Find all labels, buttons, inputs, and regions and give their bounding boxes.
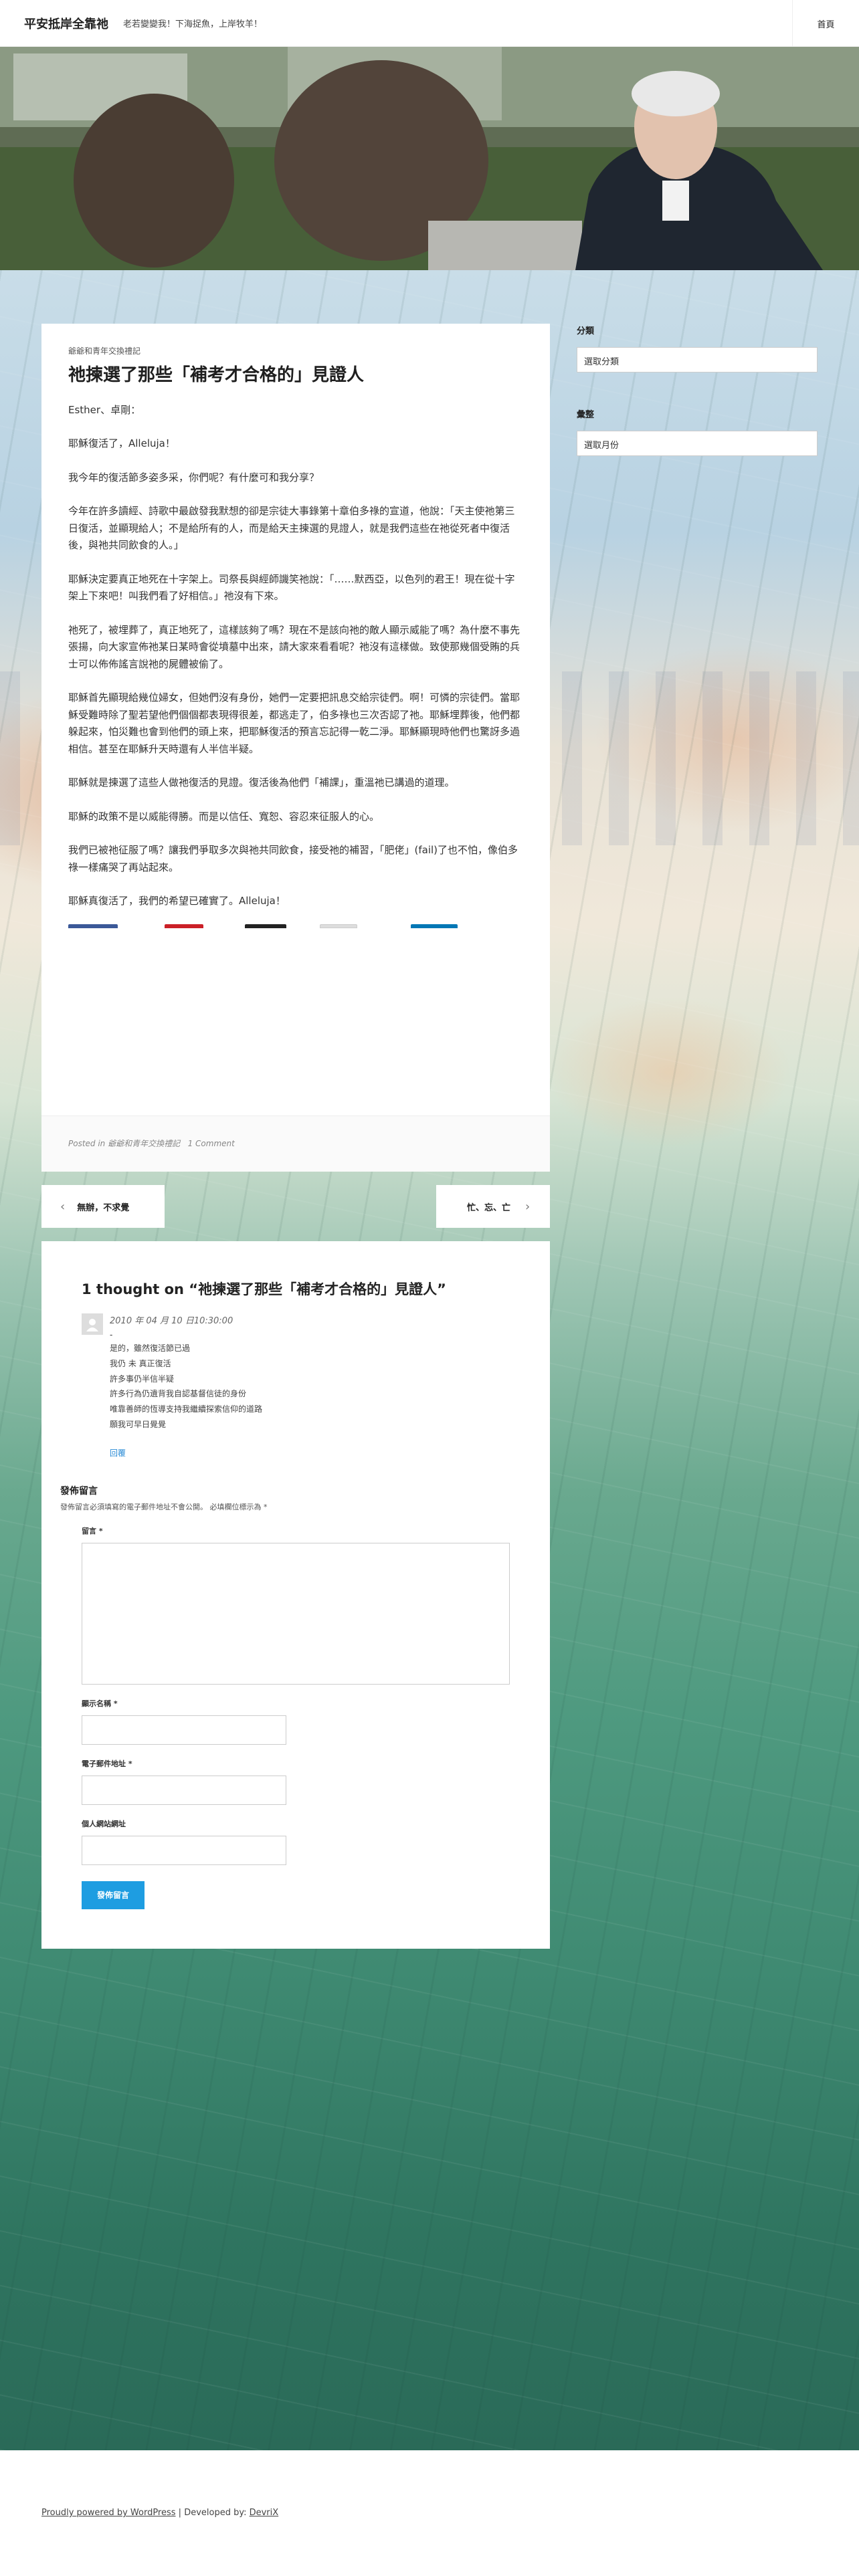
email-input[interactable] <box>82 1775 286 1805</box>
footer-separator: | Developed by: <box>175 2508 250 2518</box>
post-paragraph: 耶穌首先顯現給幾位婦女，但她們沒有身份，她們一定要把訊息交給宗徒們。啊！可憐的宗… <box>68 691 520 755</box>
comment-author: - <box>110 1330 113 1339</box>
comment-line: 唯靠善師的恆導支持我繼續探索信仰的道路 <box>110 1404 263 1414</box>
post-paragraph: Esther、卓剛： <box>68 403 141 416</box>
post-paragraph: 我今年的復活節多姿多采，你們呢？有什麼可和我分享？ <box>68 471 320 484</box>
post-meta-category-link[interactable]: 爺爺和青年交換禮記 <box>108 1139 180 1148</box>
nav-home-link[interactable]: 首頁 <box>792 0 859 47</box>
share-pinterest-button[interactable] <box>165 924 203 928</box>
sidebar: 分類 選取分類 彙整 選取月份 <box>577 324 818 456</box>
comment-form: 發佈留言 發佈留言必須填寫的電子郵件地址不會公開。 必填欄位標示為 * 留言 *… <box>60 1484 516 1909</box>
archives-widget-title: 彙整 <box>577 410 595 420</box>
respond-title: 發佈留言 <box>60 1485 98 1497</box>
name-input[interactable] <box>82 1715 286 1745</box>
submit-comment-button[interactable]: 發佈留言 <box>82 1881 145 1909</box>
comment-item: 2010 年 04 月 10 日10:30:00 - 是的，雖然復活節已過 我仍… <box>82 1313 516 1459</box>
post-paragraph: 祂死了，被埋葬了，真正地死了，這樣該夠了嗎？現在不是該向祂的敵人顯示威能了嗎？為… <box>68 623 520 670</box>
chevron-left-icon: ‹ <box>60 1199 66 1214</box>
site-header: 平安抵岸全靠祂 老若變變我！下海捉魚，上岸牧羊！ 首頁 <box>0 0 859 47</box>
hero-illustration <box>0 47 859 270</box>
comment-line: 是的，雖然復活節已過 <box>110 1344 191 1353</box>
comment-line: 許多事仍半信半疑 <box>110 1374 175 1384</box>
post-content: Esther、卓剛： 耶穌復活了，Alleluja！ 我今年的復活節多姿多采，你… <box>68 402 523 910</box>
post-category-link[interactable]: 爺爺和青年交換禮記 <box>68 346 140 356</box>
site-footer: Proudly powered by WordPress | Developed… <box>41 2508 278 2518</box>
next-post-label: 忙、忘、亡 <box>467 1202 511 1213</box>
post-paragraph: 我們已被祂征服了嗎？讓我們爭取多次與祂共同飲食，接受祂的補習，「肥佬」(fail… <box>68 844 518 873</box>
comment-field-label: 留言 * <box>82 1526 103 1535</box>
share-linkedin-button[interactable] <box>411 924 458 928</box>
hero-image <box>0 47 859 270</box>
categories-widget-title: 分類 <box>577 326 595 336</box>
comments-section: 1 thought on “祂揀選了那些「補考才合格的」見證人” 2010 年 … <box>41 1241 550 1949</box>
wordpress-link[interactable]: Proudly powered by WordPress <box>41 2508 176 2518</box>
comment-reply-link[interactable]: 回覆 <box>110 1447 126 1459</box>
developer-link[interactable]: DevriX <box>250 2508 279 2518</box>
archives-select[interactable]: 選取月份 <box>577 431 818 456</box>
post-paragraph: 耶穌復活了，Alleluja！ <box>68 437 175 450</box>
comment-date-link[interactable]: 2010 年 04 月 10 日10:30:00 <box>110 1313 262 1326</box>
post-comments-link[interactable]: 1 Comment <box>188 1139 235 1148</box>
email-field-label: 電子郵件地址 * <box>82 1759 132 1768</box>
share-facebook-button[interactable] <box>68 924 118 928</box>
website-input[interactable] <box>82 1835 286 1865</box>
site-description: 老若變變我！下海捉魚，上岸牧羊！ <box>123 19 263 29</box>
chevron-right-icon: › <box>525 1199 531 1214</box>
post-paragraph: 耶穌真復活了，我們的希望已確實了。Alleluja！ <box>68 895 286 907</box>
share-x-button[interactable] <box>245 924 286 928</box>
comment-line: 願我可早日覺覺 <box>110 1419 167 1429</box>
site-title[interactable]: 平安抵岸全靠祂 <box>24 15 108 32</box>
post-paragraph: 耶穌決定要真正地死在十字架上。司祭長與經師譏笑祂說：「……默西亞，以色列的君王！… <box>68 572 515 603</box>
website-field-label: 個人網站網址 <box>82 1819 126 1828</box>
previous-post-link[interactable]: ‹ 無辦，不求覺 <box>41 1185 165 1228</box>
comment-line: 我仍 未 真正復活 <box>110 1358 171 1368</box>
categories-select[interactable]: 選取分類 <box>577 347 818 372</box>
comments-title: 1 thought on “祂揀選了那些「補考才合格的」見證人” <box>82 1281 446 1297</box>
post-card: 爺爺和青年交換禮記 祂揀選了那些「補考才合格的」見證人 Esther、卓剛： 耶… <box>41 324 550 1172</box>
posted-in-label: Posted in <box>68 1139 106 1148</box>
name-field-label: 顯示名稱 * <box>82 1699 118 1708</box>
share-buttons <box>68 924 523 930</box>
share-email-button[interactable] <box>320 924 357 928</box>
previous-post-label: 無辦，不求覺 <box>77 1202 130 1213</box>
post-title: 祂揀選了那些「補考才合格的」見證人 <box>68 365 365 385</box>
user-icon <box>86 1319 98 1331</box>
next-post-link[interactable]: 忙、忘、亡 › <box>436 1185 550 1228</box>
respond-note: 發佈留言必須填寫的電子郵件地址不會公開。 必填欄位標示為 * <box>60 1502 268 1511</box>
avatar <box>82 1313 103 1335</box>
comment-textarea[interactable] <box>82 1542 510 1685</box>
comment-text: 是的，雖然復活節已過 我仍 未 真正復活 許多事仍半信半疑 許多行為仍遺背我自認… <box>110 1341 262 1432</box>
post-paragraph: 今年在許多讀經、詩歌中最啟發我默想的卻是宗徒大事錄第十章伯多祿的宣道，他說：「天… <box>68 505 515 552</box>
post-meta: Posted in 爺爺和青年交換禮記 1 Comment <box>41 1115 550 1172</box>
comment-line: 許多行為仍遺背我自認基督信徒的身份 <box>110 1389 247 1399</box>
post-paragraph: 耶穌的政策不是以威能得勝。而是以信任、寬恕、容忍來征服人的心。 <box>68 810 380 823</box>
post-paragraph: 耶穌就是揀選了這些人做祂復活的見證。復活後為他們「補課」，重溫祂已講過的道理。 <box>68 776 455 789</box>
